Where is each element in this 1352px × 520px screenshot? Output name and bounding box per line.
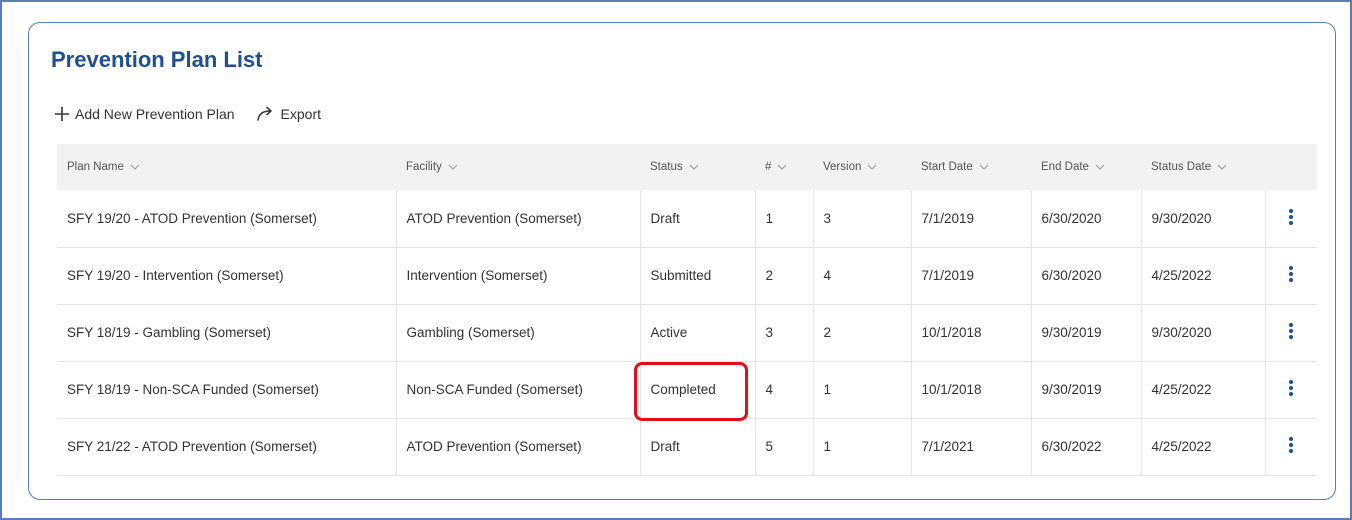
- cell-end-date: 9/30/2019: [1031, 361, 1142, 419]
- cell-status-date: 4/25/2022: [1141, 247, 1266, 305]
- column-header-label: Status Date: [1151, 161, 1212, 174]
- cell-number: 1: [755, 190, 814, 248]
- cell-version: 2: [813, 304, 912, 362]
- cell-end-date: 6/30/2020: [1031, 190, 1142, 248]
- kebab-menu-icon[interactable]: [1288, 436, 1294, 457]
- row-actions-cell: [1265, 304, 1317, 362]
- add-new-plan-button[interactable]: Add New Prevention Plan: [53, 105, 235, 123]
- chevron-down-icon: [777, 161, 787, 173]
- share-arrow-icon: [255, 105, 277, 123]
- row-actions-cell: [1265, 361, 1317, 419]
- column-header-version[interactable]: Version: [813, 144, 911, 190]
- column-header-label: Facility: [406, 161, 442, 174]
- column-header-end-date[interactable]: End Date: [1031, 144, 1141, 190]
- cell-version: 4: [813, 247, 912, 305]
- chevron-down-icon: [1217, 161, 1227, 173]
- page-title: Prevention Plan List: [51, 47, 263, 72]
- kebab-menu-icon[interactable]: [1288, 208, 1294, 229]
- cell-status-date: 9/30/2020: [1141, 304, 1266, 362]
- column-header-number[interactable]: #: [755, 144, 813, 190]
- column-header-plan-name[interactable]: Plan Name: [57, 144, 396, 190]
- cell-status: Draft: [640, 190, 756, 248]
- cell-version: 3: [813, 190, 912, 248]
- column-header-facility[interactable]: Facility: [396, 144, 640, 190]
- column-header-status-date[interactable]: Status Date: [1141, 144, 1265, 190]
- cell-plan-name: SFY 19/20 - Intervention (Somerset): [57, 247, 397, 305]
- chevron-down-icon: [130, 161, 140, 173]
- cell-facility: Non-SCA Funded (Somerset): [396, 361, 641, 419]
- row-actions-cell: [1265, 418, 1317, 476]
- column-header-label: Status: [650, 161, 683, 174]
- plans-table: Plan Name Facility Status # Version Star…: [57, 144, 1317, 476]
- prevention-plan-card: Prevention Plan List Add New Prevention …: [28, 22, 1336, 500]
- kebab-menu-icon[interactable]: [1288, 265, 1294, 286]
- table-row[interactable]: SFY 19/20 - ATOD Prevention (Somerset) A…: [57, 190, 1317, 248]
- chevron-down-icon: [448, 161, 458, 173]
- cell-end-date: 9/30/2019: [1031, 304, 1142, 362]
- cell-plan-name: SFY 21/22 - ATOD Prevention (Somerset): [57, 418, 397, 476]
- cell-plan-name: SFY 19/20 - ATOD Prevention (Somerset): [57, 190, 397, 248]
- add-new-plan-label: Add New Prevention Plan: [75, 106, 235, 122]
- cell-version: 1: [813, 361, 912, 419]
- cell-status: Completed: [640, 361, 756, 419]
- cell-status-date: 4/25/2022: [1141, 418, 1266, 476]
- toolbar: Add New Prevention Plan Export: [53, 101, 321, 127]
- cell-start-date: 10/1/2018: [911, 361, 1032, 419]
- cell-plan-name: SFY 18/19 - Gambling (Somerset): [57, 304, 397, 362]
- cell-end-date: 6/30/2022: [1031, 418, 1142, 476]
- cell-version: 1: [813, 418, 912, 476]
- export-button[interactable]: Export: [255, 105, 321, 123]
- column-header-label: End Date: [1041, 161, 1089, 174]
- cell-start-date: 10/1/2018: [911, 304, 1032, 362]
- table-row[interactable]: SFY 19/20 - Intervention (Somerset) Inte…: [57, 247, 1317, 305]
- cell-start-date: 7/1/2019: [911, 247, 1032, 305]
- cell-facility: ATOD Prevention (Somerset): [396, 190, 641, 248]
- cell-status-date: 4/25/2022: [1141, 361, 1266, 419]
- cell-facility: Gambling (Somerset): [396, 304, 641, 362]
- column-header-actions: [1265, 144, 1317, 190]
- kebab-menu-icon[interactable]: [1288, 322, 1294, 343]
- column-header-label: #: [765, 161, 772, 174]
- cell-number: 3: [755, 304, 814, 362]
- row-actions-cell: [1265, 247, 1317, 305]
- column-header-start-date[interactable]: Start Date: [911, 144, 1031, 190]
- cell-status: Active: [640, 304, 756, 362]
- plus-icon: [53, 105, 71, 123]
- column-header-status[interactable]: Status: [640, 144, 755, 190]
- column-header-label: Version: [823, 161, 862, 174]
- column-header-label: Plan Name: [67, 161, 124, 174]
- cell-start-date: 7/1/2021: [911, 418, 1032, 476]
- cell-number: 4: [755, 361, 814, 419]
- column-header-label: Start Date: [921, 161, 973, 174]
- cell-plan-name: SFY 18/19 - Non-SCA Funded (Somerset): [57, 361, 397, 419]
- cell-status-date: 9/30/2020: [1141, 190, 1266, 248]
- cell-number: 5: [755, 418, 814, 476]
- cell-status: Submitted: [640, 247, 756, 305]
- cell-status: Draft: [640, 418, 756, 476]
- row-actions-cell: [1265, 190, 1317, 248]
- chevron-down-icon: [689, 161, 699, 173]
- table-row[interactable]: SFY 18/19 - Gambling (Somerset) Gambling…: [57, 304, 1317, 362]
- cell-number: 2: [755, 247, 814, 305]
- cell-facility: ATOD Prevention (Somerset): [396, 418, 641, 476]
- cell-facility: Intervention (Somerset): [396, 247, 641, 305]
- table-row[interactable]: SFY 18/19 - Non-SCA Funded (Somerset) No…: [57, 361, 1317, 419]
- cell-start-date: 7/1/2019: [911, 190, 1032, 248]
- export-label: Export: [280, 106, 322, 122]
- table-header-row: Plan Name Facility Status # Version Star…: [57, 144, 1317, 190]
- chevron-down-icon: [979, 161, 989, 173]
- cell-end-date: 6/30/2020: [1031, 247, 1142, 305]
- table-row[interactable]: SFY 21/22 - ATOD Prevention (Somerset) A…: [57, 418, 1317, 476]
- chevron-down-icon: [1095, 161, 1105, 173]
- chevron-down-icon: [867, 161, 877, 173]
- kebab-menu-icon[interactable]: [1288, 379, 1294, 400]
